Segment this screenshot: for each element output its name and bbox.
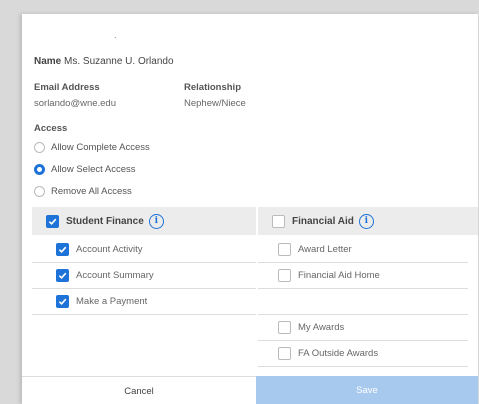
- student-finance-checkbox[interactable]: [46, 214, 59, 228]
- relationship-value: Nephew/Niece: [184, 98, 246, 109]
- info-icon[interactable]: i: [358, 213, 374, 229]
- checkmark-icon: [48, 218, 57, 225]
- checkbox[interactable]: [278, 269, 291, 282]
- radio-label: Allow Select Access: [51, 163, 136, 175]
- item-label: Financial Aid Home: [298, 270, 380, 281]
- radio-label: Remove All Access: [51, 185, 132, 197]
- list-item[interactable]: Award Letter: [258, 237, 468, 263]
- radio-remove-all-access[interactable]: Remove All Access: [34, 183, 132, 199]
- checkbox[interactable]: [56, 243, 69, 256]
- radio-label: Allow Complete Access: [51, 141, 150, 153]
- cancel-button[interactable]: Cancel: [22, 376, 256, 404]
- email-value: sorlando@wne.edu: [34, 98, 117, 109]
- radio-allow-select-access[interactable]: Allow Select Access: [34, 161, 135, 177]
- item-label: Make a Payment: [76, 296, 148, 307]
- name-row: Name Ms. Suzanne U. Orlando: [34, 56, 174, 67]
- list-item-empty: [258, 289, 468, 315]
- student-finance-header: Student Finance i: [32, 207, 256, 235]
- info-icon[interactable]: i: [148, 213, 164, 229]
- radio-button[interactable]: [34, 185, 45, 197]
- checkmark-icon: [58, 298, 67, 306]
- name-label: Name: [34, 56, 62, 67]
- list-item[interactable]: Account Summary: [32, 263, 256, 289]
- radio-allow-complete-access[interactable]: Allow Complete Access: [34, 139, 150, 155]
- item-label: Award Letter: [298, 244, 352, 255]
- radio-button[interactable]: [34, 141, 45, 153]
- student-finance-title: Student Finance: [66, 215, 144, 227]
- list-item[interactable]: FA Outside Awards: [258, 341, 468, 367]
- checkbox[interactable]: [278, 321, 291, 334]
- list-item[interactable]: My Awards: [258, 315, 468, 341]
- list-item[interactable]: Financial Aid Home: [258, 263, 468, 289]
- item-label: Account Activity: [76, 244, 143, 255]
- checkmark-icon: [58, 246, 67, 254]
- access-label: Access: [34, 123, 68, 134]
- item-label: FA Outside Awards: [298, 348, 379, 359]
- proxy-access-dialog: . Name Ms. Suzanne U. Orlando Email Addr…: [22, 14, 478, 404]
- item-label: My Awards: [298, 322, 345, 333]
- name-value: Ms. Suzanne U. Orlando: [64, 56, 174, 67]
- radio-button[interactable]: [34, 163, 45, 175]
- financial-aid-title: Financial Aid: [292, 215, 354, 227]
- checkbox[interactable]: [278, 243, 291, 256]
- financial-aid-checkbox[interactable]: [272, 214, 285, 228]
- financial-aid-header: Financial Aid i: [258, 207, 478, 235]
- list-item[interactable]: Make a Payment: [32, 289, 256, 315]
- header-mark: .: [114, 30, 117, 40]
- checkbox[interactable]: [56, 295, 69, 308]
- save-button[interactable]: Save: [256, 376, 478, 404]
- item-label: Account Summary: [76, 270, 154, 281]
- checkbox[interactable]: [56, 269, 69, 282]
- checkmark-icon: [58, 272, 67, 280]
- checkbox[interactable]: [278, 347, 291, 360]
- list-item[interactable]: Account Activity: [32, 237, 256, 263]
- email-label: Email Address: [34, 82, 100, 93]
- relationship-label: Relationship: [184, 82, 242, 93]
